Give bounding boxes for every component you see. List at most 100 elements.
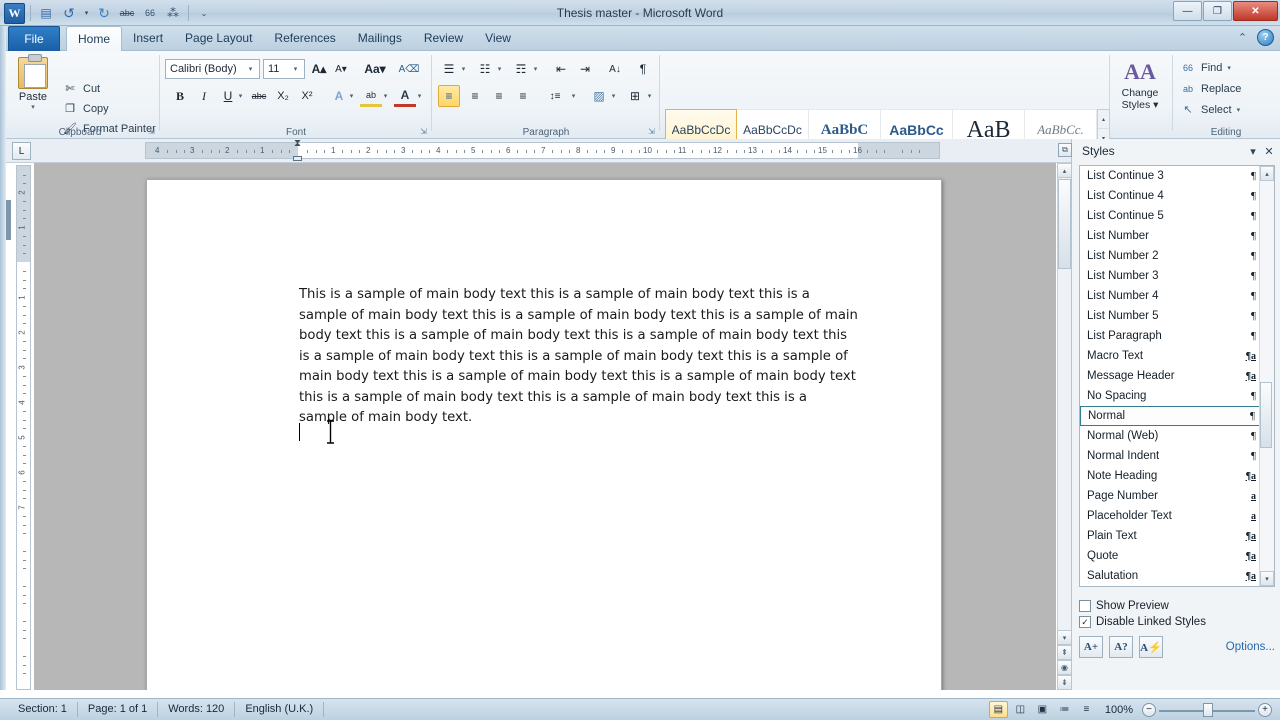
font-color-dropdown-icon[interactable]: ▾ bbox=[414, 85, 425, 107]
text-effects-dropdown-icon[interactable]: ▾ bbox=[346, 85, 357, 107]
styles-pane-close-icon[interactable]: ✕ bbox=[1261, 143, 1277, 159]
outline-view-button[interactable]: ≔ bbox=[1055, 701, 1074, 718]
zoom-slider[interactable] bbox=[1159, 702, 1255, 717]
minimize-button[interactable]: — bbox=[1173, 1, 1202, 21]
increase-indent-button[interactable]: ⇥ bbox=[574, 58, 596, 80]
document-canvas[interactable]: This is a sample of main body text this … bbox=[34, 163, 1056, 690]
styles-scroll-track[interactable] bbox=[1260, 181, 1274, 571]
font-name-dropdown-icon[interactable]: ▾ bbox=[244, 60, 257, 78]
styles-list-scrollbar[interactable]: ▴ ▾ bbox=[1259, 166, 1274, 586]
bullets-button[interactable]: ☰ bbox=[438, 58, 460, 80]
text-highlight-button[interactable]: ab bbox=[360, 85, 382, 107]
save-icon[interactable]: ▤ bbox=[36, 3, 56, 23]
shading-button[interactable]: ▨ bbox=[588, 85, 610, 107]
web-layout-view-button[interactable]: ▣ bbox=[1033, 701, 1052, 718]
find-binoculars-icon[interactable]: 66 bbox=[140, 3, 160, 23]
strikethrough-button[interactable]: abc bbox=[248, 85, 270, 107]
styles-list-item[interactable]: Macro Text ¶a bbox=[1080, 346, 1260, 366]
show-preview-checkbox[interactable] bbox=[1079, 600, 1091, 612]
organization-chart-icon[interactable]: ⁂ bbox=[163, 3, 183, 23]
print-layout-view-button[interactable]: ▤ bbox=[988, 701, 1008, 718]
replace-button[interactable]: ab Replace bbox=[1180, 79, 1241, 98]
word-logo-icon[interactable]: W bbox=[4, 2, 25, 24]
minimize-ribbon-icon[interactable]: ⌃ bbox=[1234, 29, 1251, 46]
numbering-button[interactable]: ☷ bbox=[474, 58, 496, 80]
align-right-button[interactable]: ≡ bbox=[488, 85, 510, 107]
select-dropdown-icon[interactable]: ▾ bbox=[1237, 106, 1241, 114]
subscript-button[interactable]: X₂ bbox=[272, 85, 294, 107]
copy-button[interactable]: ❐ Copy bbox=[62, 99, 109, 118]
close-button[interactable]: ✕ bbox=[1233, 1, 1278, 21]
tab-file[interactable]: File bbox=[8, 26, 60, 51]
styles-list-item[interactable]: Normal Indent ¶ bbox=[1080, 446, 1260, 466]
status-words[interactable]: Words: 120 bbox=[158, 702, 236, 717]
find-dropdown-icon[interactable]: ▾ bbox=[1227, 64, 1231, 72]
document-body-text[interactable]: This is a sample of main body text this … bbox=[299, 285, 859, 429]
styles-list-item[interactable]: No Spacing ¶ bbox=[1080, 386, 1260, 406]
underline-dropdown-icon[interactable]: ▾ bbox=[235, 85, 246, 107]
styles-list[interactable]: List Continue 3 ¶ List Continue 4 ¶ List Con… bbox=[1079, 165, 1275, 587]
styles-list-item[interactable]: List Continue 5 ¶ bbox=[1080, 206, 1260, 226]
styles-list-item[interactable]: List Number 3 ¶ bbox=[1080, 266, 1260, 286]
style-inspector-button[interactable]: A? bbox=[1109, 636, 1133, 658]
bold-button[interactable]: B bbox=[169, 85, 191, 107]
select-button[interactable]: ↖ Select ▾ bbox=[1180, 100, 1240, 119]
previous-page-button[interactable]: ⇞ bbox=[1057, 645, 1072, 660]
disable-linked-styles-checkbox[interactable]: ✓ bbox=[1079, 616, 1091, 628]
help-icon[interactable]: ? bbox=[1257, 29, 1274, 46]
styles-list-item[interactable]: Message Header ¶a bbox=[1080, 366, 1260, 386]
tab-stop-selector[interactable]: L bbox=[12, 142, 31, 160]
align-center-button[interactable]: ≡ bbox=[464, 85, 486, 107]
align-left-button[interactable]: ≡ bbox=[438, 85, 460, 107]
font-color-button[interactable]: A bbox=[394, 85, 416, 107]
status-language[interactable]: English (U.K.) bbox=[235, 702, 325, 717]
shrink-font-button[interactable]: A▾ bbox=[330, 58, 352, 80]
styles-pane-grip-icon[interactable]: ⧉ bbox=[1058, 143, 1072, 157]
change-styles-button[interactable]: AA Change Styles ▾ bbox=[1114, 55, 1166, 117]
zoom-level-label[interactable]: 100% bbox=[1105, 704, 1133, 716]
select-browse-object-button[interactable]: ◉ bbox=[1057, 660, 1072, 675]
multilevel-dropdown-icon[interactable]: ▾ bbox=[530, 58, 541, 80]
styles-list-item[interactable]: List Number 2 ¶ bbox=[1080, 246, 1260, 266]
styles-scroll-thumb[interactable] bbox=[1260, 382, 1272, 448]
paste-dropdown-icon[interactable]: ▾ bbox=[31, 103, 35, 111]
superscript-button[interactable]: X² bbox=[296, 85, 318, 107]
multilevel-list-button[interactable]: ☶ bbox=[510, 58, 532, 80]
find-button[interactable]: 66 Find ▾ bbox=[1180, 58, 1231, 77]
zoom-slider-thumb[interactable] bbox=[1203, 702, 1213, 717]
change-case-button[interactable]: Aa▾ bbox=[360, 58, 390, 80]
styles-list-item[interactable]: Plain Text ¶a bbox=[1080, 526, 1260, 546]
borders-button[interactable]: ⊞ bbox=[624, 85, 646, 107]
sort-button[interactable]: A↓ bbox=[604, 58, 626, 80]
styles-options-link[interactable]: Options... bbox=[1226, 641, 1275, 653]
styles-list-item[interactable]: List Number ¶ bbox=[1080, 226, 1260, 246]
styles-scroll-up-button[interactable]: ▴ bbox=[1260, 166, 1274, 181]
line-spacing-button[interactable]: ↕≡ bbox=[542, 85, 568, 107]
font-dialog-launcher[interactable]: ⇲ bbox=[418, 126, 429, 137]
styles-list-item[interactable]: List Continue 3 ¶ bbox=[1080, 166, 1260, 186]
styles-list-item[interactable]: List Number 4 ¶ bbox=[1080, 286, 1260, 306]
manage-styles-button[interactable]: A⚡ bbox=[1139, 636, 1163, 658]
grow-font-button[interactable]: A▴ bbox=[308, 58, 330, 80]
justify-button[interactable]: ≡ bbox=[512, 85, 534, 107]
tab-page-layout[interactable]: Page Layout bbox=[174, 26, 263, 51]
tab-view[interactable]: View bbox=[474, 26, 522, 51]
doc-scroll-thumb[interactable] bbox=[1058, 179, 1071, 269]
styles-list-item[interactable]: List Continue 4 ¶ bbox=[1080, 186, 1260, 206]
numbering-dropdown-icon[interactable]: ▾ bbox=[494, 58, 505, 80]
clear-formatting-button[interactable]: A⌫ bbox=[398, 58, 420, 80]
tab-insert[interactable]: Insert bbox=[122, 26, 174, 51]
styles-list-item[interactable]: Page Number a bbox=[1080, 486, 1260, 506]
styles-list-item[interactable]: List Number 5 ¶ bbox=[1080, 306, 1260, 326]
clipboard-dialog-launcher[interactable]: ⇲ bbox=[146, 126, 157, 137]
document-page[interactable]: This is a sample of main body text this … bbox=[146, 179, 942, 690]
styles-scroll-down-button[interactable]: ▾ bbox=[1260, 571, 1274, 586]
new-style-button[interactable]: A+ bbox=[1079, 636, 1103, 658]
show-formatting-marks-button[interactable]: ¶ bbox=[632, 58, 654, 80]
show-preview-row[interactable]: Show Preview bbox=[1079, 600, 1275, 612]
styles-list-item[interactable]: Normal ¶ bbox=[1080, 406, 1260, 426]
zoom-in-button[interactable]: + bbox=[1258, 702, 1272, 717]
highlight-dropdown-icon[interactable]: ▾ bbox=[380, 85, 391, 107]
spelling-icon[interactable]: abc bbox=[117, 3, 137, 23]
undo-icon[interactable]: ↺ bbox=[59, 3, 79, 23]
